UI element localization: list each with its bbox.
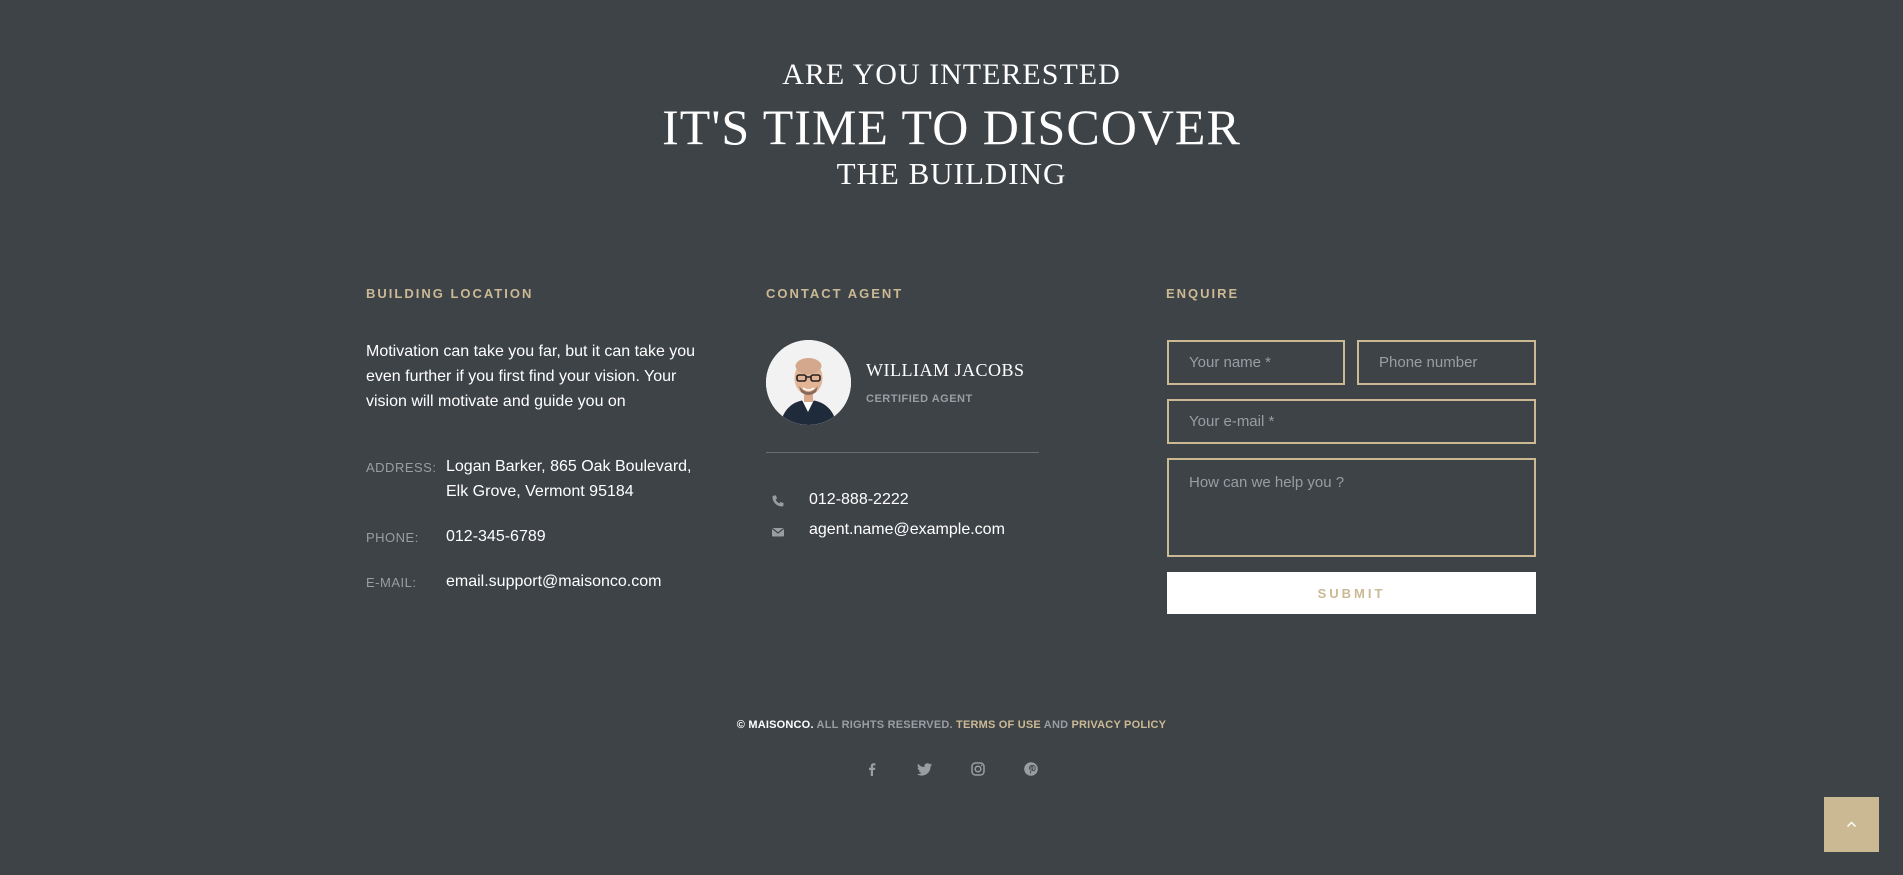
name-input[interactable] — [1167, 340, 1345, 385]
agent-phone[interactable]: 012-888-2222 — [809, 491, 909, 509]
pinterest-icon[interactable] — [1023, 761, 1039, 777]
agent-name: William Jacobs — [866, 360, 1025, 380]
agent-photo-icon — [766, 340, 851, 425]
hero-title: It's time to discover — [662, 99, 1241, 155]
email-label: E-mail: — [366, 575, 417, 590]
and-text: AND — [1040, 719, 1072, 731]
hero-subtitle-bottom: the building — [836, 156, 1067, 191]
address-label: Address: — [366, 460, 437, 475]
phone-icon — [772, 495, 784, 507]
building-location-heading: Building location — [366, 286, 534, 301]
terms-link[interactable]: TERMS OF USE — [956, 719, 1041, 731]
copyright-text: © MAISONCO. — [736, 719, 814, 731]
back-to-top-button[interactable] — [1824, 797, 1879, 852]
facebook-icon[interactable] — [864, 761, 880, 777]
chevron-up-icon — [1846, 821, 1857, 828]
email-value[interactable]: email.support@maisonco.com — [446, 569, 661, 594]
envelope-icon — [771, 528, 785, 537]
instagram-icon[interactable] — [970, 761, 986, 777]
phone-input[interactable] — [1357, 340, 1536, 385]
privacy-link[interactable]: PRIVACY POLICY — [1072, 719, 1167, 731]
email-input[interactable] — [1167, 399, 1536, 444]
phone-label: Phone: — [366, 530, 419, 545]
message-textarea[interactable] — [1167, 458, 1536, 557]
rights-text: ALL RIGHTS RESERVED. — [813, 719, 957, 731]
phone-value[interactable]: 012-345-6789 — [446, 524, 546, 549]
footer-copyright: © MAISONCO. ALL RIGHTS RESERVED. TERMS O… — [0, 719, 1903, 731]
hero-subtitle-top: Are you interested — [782, 58, 1121, 91]
agent-role: Certified agent — [866, 393, 973, 405]
agent-avatar — [766, 340, 851, 425]
address-line-2: Elk Grove, Vermont 95184 — [446, 483, 634, 500]
location-description: Motivation can take you far, but it can … — [366, 343, 696, 410]
agent-divider — [766, 452, 1039, 453]
enquire-heading: Enquire — [1166, 286, 1240, 301]
twitter-icon[interactable] — [917, 761, 933, 777]
submit-button[interactable]: Submit — [1167, 572, 1536, 614]
contact-agent-heading: Contact agent — [766, 286, 904, 301]
address-line-1: Logan Barker, 865 Oak Boulevard, — [446, 458, 692, 475]
agent-email[interactable]: agent.name@example.com — [809, 521, 1005, 539]
